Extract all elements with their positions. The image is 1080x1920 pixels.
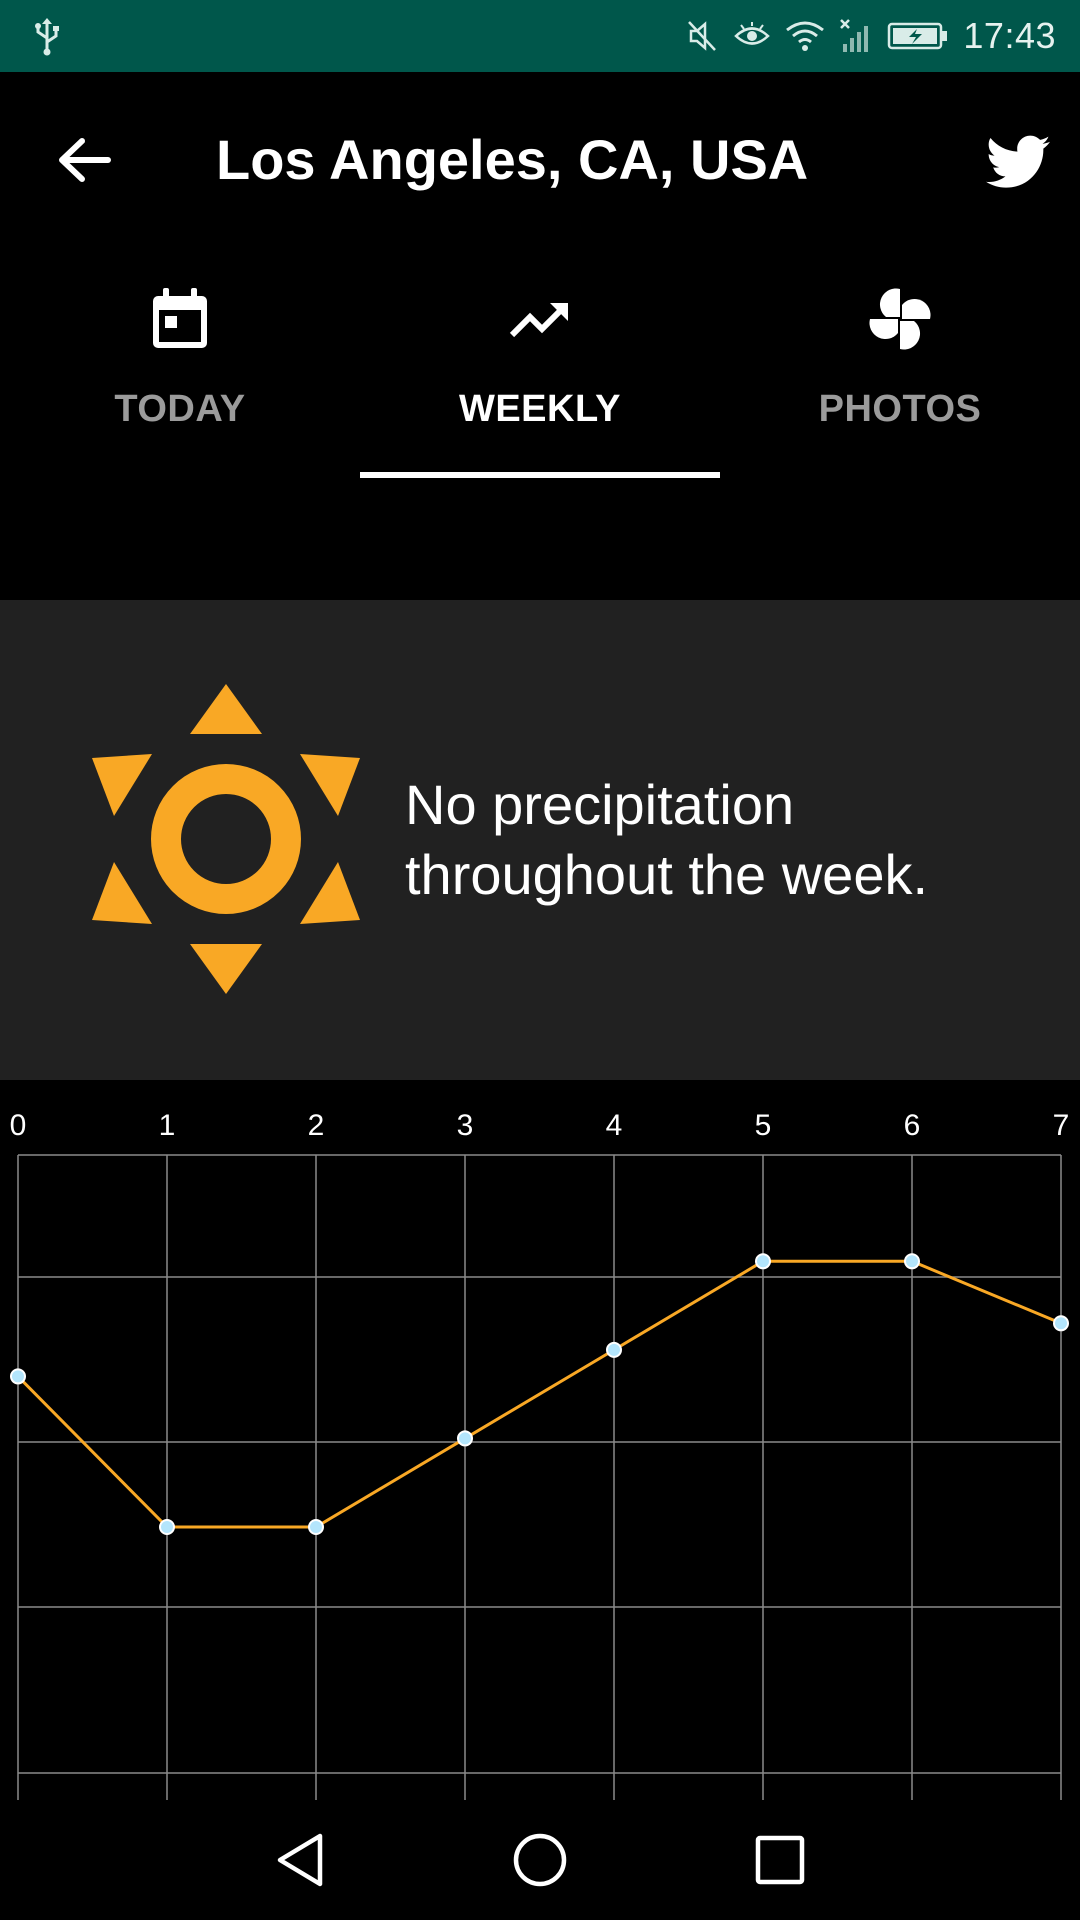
- data-point: [904, 1253, 920, 1270]
- mute-icon: [688, 21, 717, 51]
- data-point: [308, 1519, 324, 1535]
- sun-icon: [92, 684, 360, 994]
- data-point: [159, 1519, 175, 1535]
- usb-icon: [35, 18, 59, 56]
- arrow-back-icon: [59, 138, 111, 182]
- x-tick-label: 7: [1053, 1109, 1070, 1142]
- back-button[interactable]: [48, 124, 120, 196]
- calendar-icon: [153, 288, 207, 348]
- tab-bar: TODAY WEEKLY PHOTOS: [0, 242, 1080, 480]
- data-point: [10, 1368, 26, 1385]
- x-tick-label: 0: [10, 1109, 27, 1142]
- x-tick-label: 6: [904, 1109, 921, 1142]
- twitter-share-button[interactable]: [982, 126, 1054, 198]
- data-point: [606, 1341, 622, 1358]
- x-tick-label: 2: [308, 1109, 325, 1142]
- nav-recents-button[interactable]: [740, 1820, 820, 1900]
- navigation-bar: [0, 1800, 1080, 1920]
- status-bar: 17:43: [0, 0, 1080, 72]
- summary-text: No precipitation throughout the week.: [405, 770, 1025, 910]
- weekly-chart: 0 1 2 3 4 5 6 7: [0, 1080, 1080, 1800]
- x-tick-label: 3: [457, 1109, 474, 1142]
- series-line: [16, 1259, 1062, 1529]
- app-bar: Los Angeles, CA, USA: [0, 72, 1080, 242]
- x-tick-label: 5: [755, 1109, 772, 1142]
- x-tick-label: 4: [606, 1109, 623, 1142]
- status-time: 17:43: [963, 15, 1056, 56]
- tab-indicator: [360, 472, 720, 478]
- summary-line-1: No precipitation: [405, 773, 795, 836]
- back-triangle-icon: [277, 1833, 323, 1887]
- weekly-summary-card: No precipitation throughout the week.: [0, 600, 1080, 1080]
- tab-label: WEEKLY: [458, 388, 622, 430]
- recents-square-icon: [755, 1835, 805, 1885]
- tab-photos[interactable]: PHOTOS: [720, 242, 1080, 480]
- eye-icon: [734, 22, 771, 45]
- nav-home-button[interactable]: [500, 1820, 580, 1900]
- tab-label: PHOTOS: [818, 388, 982, 430]
- tab-weekly[interactable]: WEEKLY: [360, 242, 720, 480]
- data-point: [755, 1253, 771, 1270]
- twitter-icon: [986, 135, 1050, 188]
- data-point: [1053, 1315, 1069, 1332]
- weekly-line-chart: 0 1 2 3 4 5 6 7: [10, 1109, 1070, 1800]
- home-circle-icon: [513, 1833, 567, 1887]
- data-point: [457, 1430, 473, 1447]
- nav-back-button[interactable]: [260, 1820, 340, 1900]
- battery-charging-icon: [888, 22, 948, 50]
- trending-up-icon: [509, 303, 568, 338]
- x-tick-label: 1: [159, 1109, 176, 1142]
- tab-today[interactable]: TODAY: [0, 242, 360, 480]
- wifi-icon: [786, 21, 825, 51]
- page-title: Los Angeles, CA, USA: [216, 128, 809, 191]
- summary-line-2: throughout the week.: [405, 843, 929, 906]
- signal-icon: [840, 19, 869, 52]
- photos-pinwheel-icon: [869, 288, 931, 350]
- tab-label: TODAY: [114, 388, 246, 430]
